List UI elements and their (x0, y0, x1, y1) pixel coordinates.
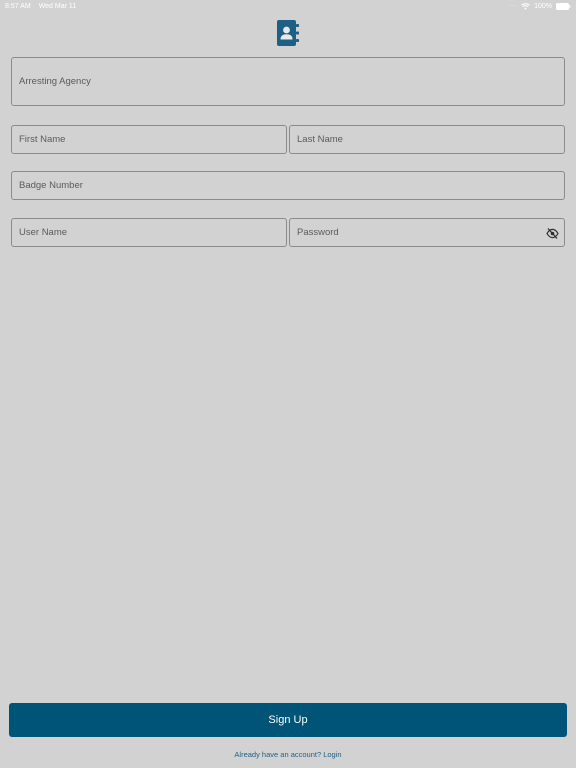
status-bar: 8:57 AM Wed Mar 11 ···· 100% (0, 0, 576, 12)
badge-number-placeholder: Badge Number (19, 180, 83, 191)
password-input[interactable]: Password (289, 218, 565, 247)
user-name-input[interactable]: User Name (11, 218, 287, 247)
password-placeholder: Password (297, 227, 339, 238)
arresting-agency-input[interactable]: Arresting Agency (11, 57, 565, 106)
eye-off-icon[interactable] (546, 227, 559, 240)
signup-screen: 8:57 AM Wed Mar 11 ···· 100% Arresting A… (0, 0, 576, 768)
sign-up-button[interactable]: Sign Up (9, 703, 567, 737)
wifi-icon (521, 2, 530, 10)
status-date: Wed Mar 11 (38, 2, 77, 10)
first-name-placeholder: First Name (19, 134, 66, 145)
status-time: 8:57 AM (5, 2, 31, 10)
user-name-placeholder: User Name (19, 227, 68, 238)
last-name-placeholder: Last Name (297, 134, 343, 145)
signal-icon: ···· (509, 3, 518, 9)
last-name-input[interactable]: Last Name (289, 125, 565, 154)
first-name-input[interactable]: First Name (11, 125, 287, 154)
status-left: 8:57 AM Wed Mar 11 (5, 3, 76, 10)
battery-icon (556, 2, 571, 10)
sign-up-label: Sign Up (268, 714, 308, 726)
login-link[interactable]: Already have an account? Login (0, 750, 576, 759)
badge-number-input[interactable]: Badge Number (11, 171, 565, 200)
arresting-agency-placeholder: Arresting Agency (19, 76, 91, 87)
status-right: ···· 100% (509, 2, 571, 10)
battery-percent: 100% (534, 2, 552, 10)
contact-book-icon (276, 19, 300, 47)
